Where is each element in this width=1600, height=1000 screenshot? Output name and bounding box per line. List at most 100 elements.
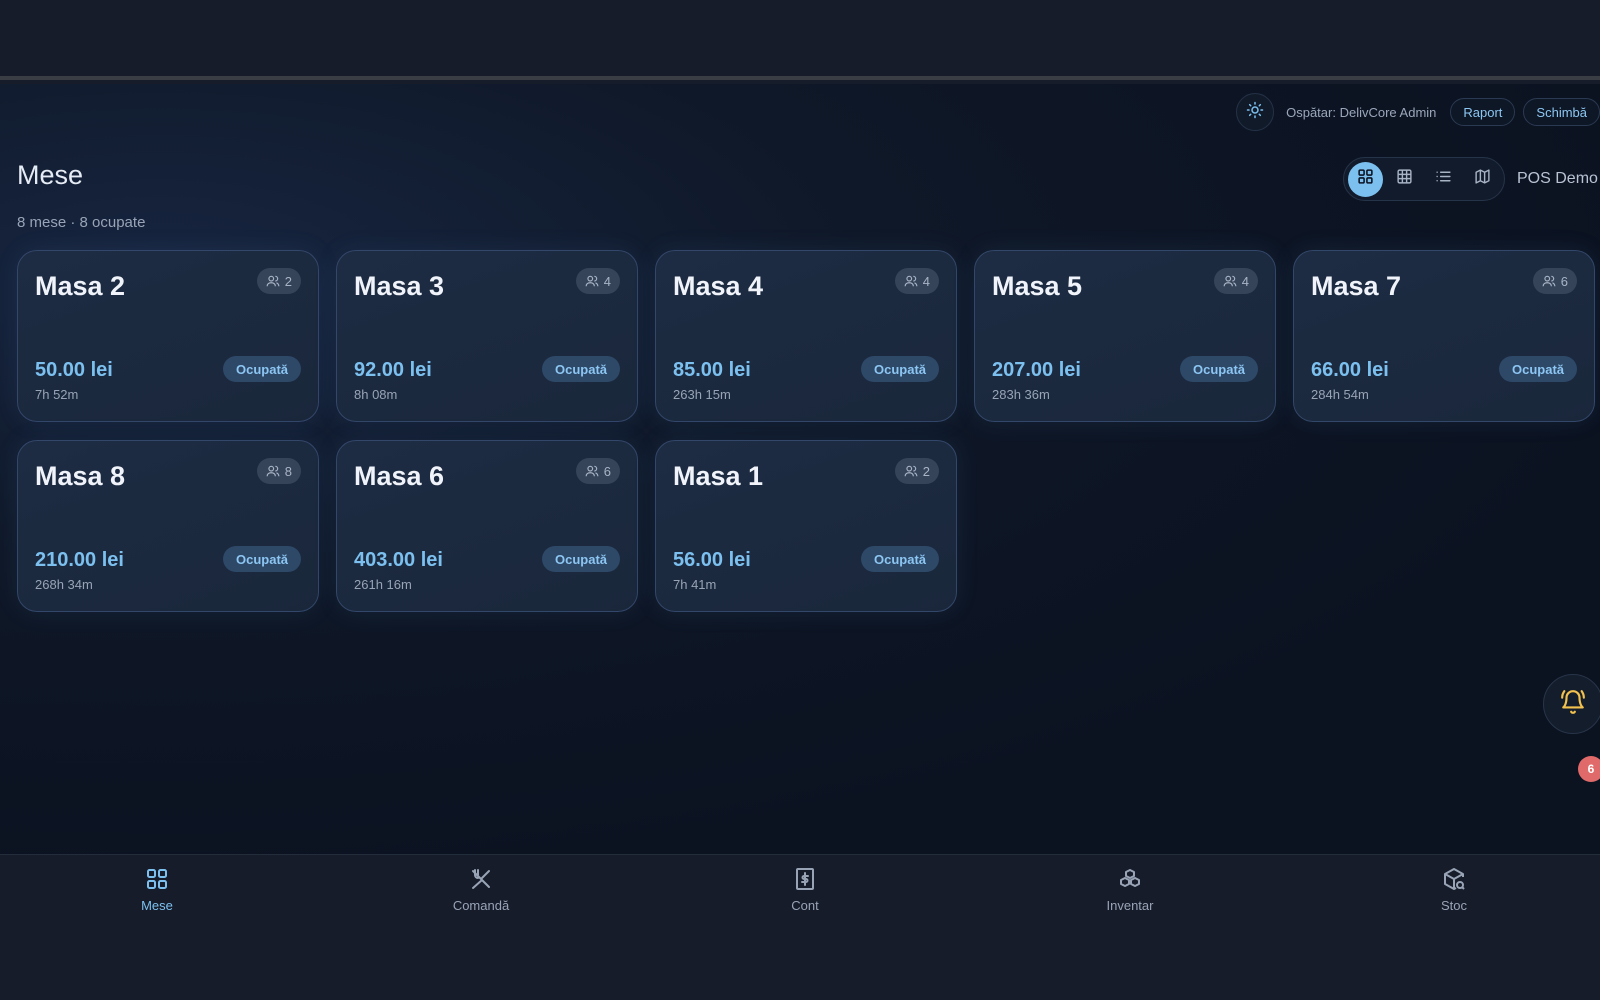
status-badge: Ocupată (541, 356, 620, 382)
seats-count: 6 (1560, 273, 1568, 289)
table-amount: 85.00 lei (673, 359, 751, 381)
nav-label: Stoc (1440, 898, 1467, 913)
seats-count: 4 (1241, 273, 1249, 289)
boxes-icon (1118, 867, 1142, 894)
users-icon (1542, 275, 1556, 287)
nav-item-cont[interactable]: Cont (745, 867, 865, 913)
table-amount: 210.00 lei (35, 549, 124, 571)
users-icon (585, 465, 599, 477)
table-amount: 403.00 lei (354, 549, 443, 571)
seats-count: 6 (603, 463, 611, 479)
page-title: Mese (17, 160, 84, 190)
nav-item-mese[interactable]: Mese (97, 867, 217, 913)
page-subtitle: 8 mese · 8 ocupate (17, 214, 146, 231)
seats-count: 4 (603, 273, 611, 289)
view-map-button[interactable] (1465, 162, 1500, 197)
seats-count: 2 (922, 463, 930, 479)
seats-badge: 8 (256, 458, 301, 484)
table-amount: 50.00 lei (35, 359, 113, 381)
table-duration: 7h 52m (35, 387, 79, 402)
table-name: Masa 6 (354, 461, 445, 491)
top-bar (0, 0, 1600, 80)
table-duration: 8h 08m (354, 387, 398, 402)
notifications-button[interactable] (1543, 674, 1600, 734)
status-badge: Ocupată (1498, 356, 1577, 382)
table-duration: 7h 41m (673, 577, 717, 592)
view-list-button[interactable] (1426, 162, 1461, 197)
status-badge: Ocupată (222, 356, 301, 382)
status-badge: Ocupată (860, 546, 939, 572)
seats-badge: 2 (256, 268, 301, 294)
table-duration: 261h 16m (354, 577, 412, 592)
seats-badge: 6 (575, 458, 620, 484)
table-name: Masa 8 (35, 461, 126, 491)
table-name: Masa 2 (35, 271, 126, 301)
status-badge: Ocupată (222, 546, 301, 572)
seats-badge: 2 (894, 458, 939, 484)
seats-badge: 4 (575, 268, 620, 294)
table-card[interactable]: Masa 2 2 50.00 lei 7h 52m Ocupată (17, 250, 319, 422)
table-amount: 207.00 lei (992, 359, 1081, 381)
seats-count: 2 (284, 273, 292, 289)
theme-toggle-button[interactable] (1236, 93, 1275, 131)
table-amount: 56.00 lei (673, 549, 751, 571)
table-card[interactable]: Masa 7 6 66.00 lei 284h 54m Ocupată (1293, 250, 1595, 422)
package-search-icon (1442, 867, 1466, 894)
table-duration: 268h 34m (35, 577, 93, 592)
sun-icon (1246, 101, 1264, 124)
table-duration: 263h 15m (673, 387, 731, 402)
utensils-icon (469, 867, 493, 894)
users-icon (266, 275, 280, 287)
nav-item-stoc[interactable]: Stoc (1394, 867, 1514, 913)
table-name: Masa 7 (1311, 271, 1402, 301)
status-badge: Ocupată (860, 356, 939, 382)
bottom-nav: Mese Comandă Cont Inventar Stoc (0, 854, 1600, 1000)
users-icon (585, 275, 599, 287)
map-icon (1474, 168, 1491, 190)
main-area: Ospătar: DelivCore Admin Raport Schimbă … (0, 84, 1600, 854)
grid-icon (145, 867, 169, 894)
table-duration: 283h 36m (992, 387, 1050, 402)
switch-waiter-button[interactable]: Schimbă (1523, 98, 1600, 126)
table-name: Masa 1 (673, 461, 764, 491)
notification-count-badge: 6 (1578, 756, 1600, 782)
nav-item-comanda[interactable]: Comandă (421, 867, 541, 913)
table-amount: 66.00 lei (1311, 359, 1389, 381)
seats-badge: 4 (894, 268, 939, 294)
users-icon (266, 465, 280, 477)
nav-label: Mese (141, 898, 173, 913)
pos-name-label: POS Demo (1517, 170, 1598, 187)
receipt-icon (793, 867, 817, 894)
users-icon (904, 465, 918, 477)
seats-badge: 4 (1213, 268, 1258, 294)
table-name: Masa 3 (354, 271, 445, 301)
table-icon (1396, 168, 1413, 190)
seats-count: 8 (284, 463, 292, 479)
list-icon (1435, 168, 1452, 190)
table-card[interactable]: Masa 8 8 210.00 lei 268h 34m Ocupată (17, 440, 319, 612)
view-table-button[interactable] (1387, 162, 1422, 197)
view-grid-button[interactable] (1348, 161, 1383, 197)
table-card[interactable]: Masa 5 4 207.00 lei 283h 36m Ocupată (974, 250, 1276, 422)
view-switch (1343, 157, 1505, 201)
table-card[interactable]: Masa 1 2 56.00 lei 7h 41m Ocupată (655, 440, 957, 612)
seats-count: 4 (922, 273, 930, 289)
report-button[interactable]: Raport (1450, 98, 1516, 126)
nav-label: Cont (791, 898, 819, 913)
table-name: Masa 5 (992, 271, 1083, 301)
nav-label: Comandă (452, 898, 510, 913)
header-actions: Ospătar: DelivCore Admin Raport Schimbă (1236, 93, 1600, 131)
nav-label: Inventar (1106, 898, 1154, 913)
bell-icon (1560, 689, 1586, 720)
table-card[interactable]: Masa 3 4 92.00 lei 8h 08m Ocupată (336, 250, 638, 422)
table-name: Masa 4 (673, 271, 764, 301)
users-icon (1223, 275, 1237, 287)
table-card[interactable]: Masa 4 4 85.00 lei 263h 15m Ocupată (655, 250, 957, 422)
seats-badge: 6 (1532, 268, 1577, 294)
grid-icon (1357, 168, 1374, 190)
table-card[interactable]: Masa 6 6 403.00 lei 261h 16m Ocupată (336, 440, 638, 612)
users-icon (904, 275, 918, 287)
waiter-label: Ospătar: DelivCore Admin (1286, 104, 1437, 120)
nav-item-inventar[interactable]: Inventar (1070, 867, 1190, 913)
table-amount: 92.00 lei (354, 359, 432, 381)
